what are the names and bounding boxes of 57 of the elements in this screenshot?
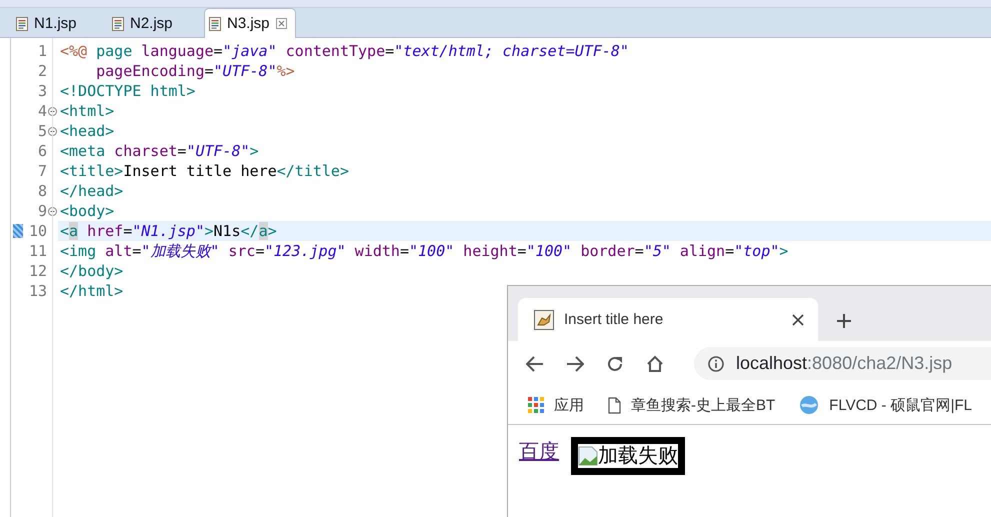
line-number: 2	[36, 62, 47, 80]
globe-icon	[799, 395, 820, 415]
forward-icon[interactable]	[566, 356, 584, 372]
editor-tab[interactable]: N2.jsp	[108, 10, 198, 37]
line-number: 3	[36, 82, 47, 100]
code-line: </head>	[59, 181, 124, 201]
collapse-icon[interactable]	[48, 206, 56, 216]
code-line: <html>	[59, 101, 114, 121]
collapse-icon[interactable]	[48, 106, 56, 116]
url-text: localhost:8080/cha2/N3.jsp	[736, 353, 952, 374]
close-icon[interactable]	[792, 314, 804, 326]
code-line: <title>Insert title here</title>	[59, 161, 349, 181]
code-line: </body>	[59, 261, 124, 281]
line-number: 4	[36, 102, 47, 120]
favicon-icon	[534, 310, 554, 330]
code-line: <body>	[59, 201, 114, 221]
code-line: <img alt="加载失败" src="123.jpg" width="100" height="100" border="5" align="top">	[59, 241, 788, 261]
browser-tab[interactable]: Insert title here	[518, 298, 818, 341]
code-line: <!DOCTYPE html>	[59, 81, 196, 101]
code-line: <%@ page language="java" contentType="text/html; charset=UTF-8"	[59, 41, 629, 61]
address-bar[interactable]: localhost:8080/cha2/N3.jsp	[694, 347, 991, 380]
line-number: 6	[36, 142, 47, 160]
new-tab-icon[interactable]	[836, 313, 852, 329]
collapse-icon[interactable]	[48, 126, 56, 136]
line-number: 1	[36, 42, 47, 60]
home-icon[interactable]	[646, 354, 664, 372]
code-line: </html>	[59, 281, 124, 301]
apps-grid-icon	[528, 397, 544, 413]
broken-image-icon	[578, 446, 598, 466]
line-number: 7	[36, 162, 47, 180]
file-icon	[112, 16, 124, 30]
editor-tab[interactable]: N3.jsp	[204, 8, 296, 38]
editor-tab[interactable]: N1.jsp	[12, 10, 102, 37]
page-icon	[608, 396, 621, 414]
line-number: 8	[36, 182, 47, 200]
line-number: 5	[36, 122, 47, 140]
code-line: <meta charset="UTF-8">	[59, 141, 259, 161]
bookmark[interactable]: 章鱼搜索-史上最全BT	[608, 396, 776, 414]
line-number: 9	[36, 202, 47, 220]
occurrence-marker	[13, 224, 23, 238]
line-number: 11	[28, 242, 47, 260]
line-number: 12	[28, 262, 47, 280]
bookmark[interactable]: 应用	[528, 396, 584, 414]
file-icon	[209, 16, 221, 30]
reload-icon[interactable]	[606, 354, 624, 372]
bookmark[interactable]: FLVCD - 硕鼠官网|FL	[799, 395, 972, 415]
link[interactable]: 百度	[519, 438, 559, 465]
line-number: 10	[28, 222, 47, 240]
close-icon[interactable]	[276, 18, 287, 29]
tab-title: Insert title here	[564, 311, 664, 328]
line-number: 13	[28, 282, 47, 300]
file-icon	[16, 16, 28, 30]
info-icon	[708, 356, 724, 372]
back-icon[interactable]	[526, 356, 544, 372]
code-line: pageEncoding="UTF-8"%>	[95, 61, 295, 81]
code-line: <head>	[59, 121, 114, 141]
alt-text: 加载失败	[598, 444, 678, 468]
